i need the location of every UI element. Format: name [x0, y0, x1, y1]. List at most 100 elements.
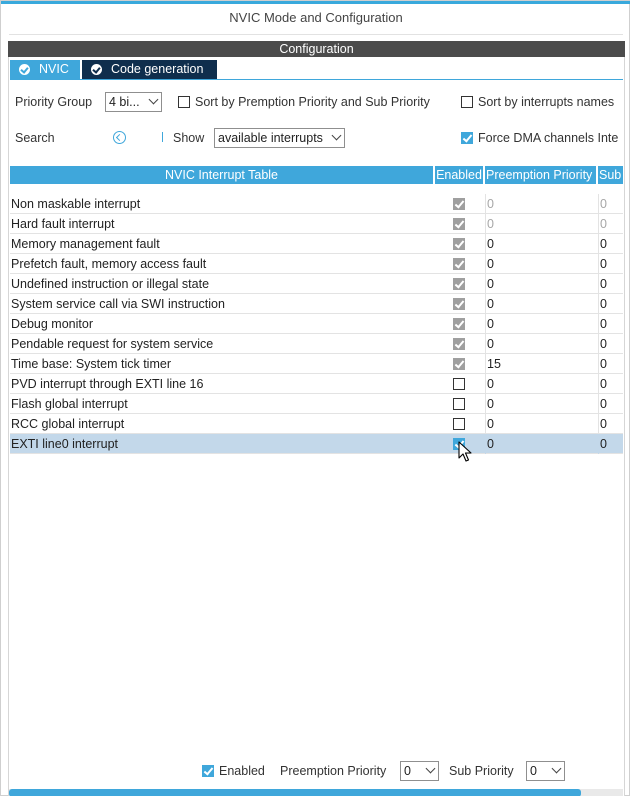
priority-group-label: Priority Group [15, 95, 93, 109]
interrupt-name: Undefined instruction or illegal state [11, 277, 210, 291]
table-row[interactable]: Time base: System tick timer 15 0 [10, 354, 623, 374]
sub-priority-cell[interactable]: 0 [598, 294, 623, 314]
sort-preemption-checkbox[interactable] [178, 96, 190, 108]
preemption-priority-cell[interactable]: 0 [485, 374, 596, 394]
enabled-checkbox [453, 278, 465, 290]
footer-preemption-label: Preemption Priority [280, 764, 387, 778]
enabled-checkbox [453, 318, 465, 330]
enabled-checkbox [453, 218, 465, 230]
column-header-sub[interactable]: Sub [598, 166, 623, 184]
column-header-preemption[interactable]: Preemption Priority [485, 166, 596, 184]
column-header-enabled[interactable]: Enabled [435, 166, 483, 184]
priority-group-select[interactable]: 4 bi... [105, 92, 162, 112]
footer-sub-select[interactable]: 0 [526, 761, 565, 781]
column-header-name[interactable]: NVIC Interrupt Table [10, 166, 433, 184]
title-divider [9, 34, 623, 35]
chevron-down-icon [331, 130, 342, 141]
preemption-priority-cell[interactable]: 0 [485, 234, 596, 254]
tab-code-generation[interactable]: Code generation [82, 60, 217, 79]
tab-underline [10, 79, 623, 80]
show-filter-select[interactable]: available interrupts [214, 128, 345, 148]
table-row[interactable]: Pendable request for system service 0 0 [10, 334, 623, 354]
horizontal-scrollbar-thumb[interactable] [9, 789, 581, 796]
footer-preemption-select[interactable]: 0 [400, 761, 439, 781]
interrupt-name: RCC global interrupt [11, 417, 125, 431]
preemption-priority-cell[interactable]: 0 [485, 294, 596, 314]
table-row[interactable]: Non maskable interrupt 0 0 [10, 194, 623, 214]
interrupt-name: Hard fault interrupt [11, 217, 115, 231]
window-title: NVIC Mode and Configuration [229, 10, 403, 25]
preemption-priority-cell[interactable]: 0 [485, 394, 596, 414]
enabled-cell [435, 254, 483, 274]
interrupt-name: PVD interrupt through EXTI line 16 [11, 377, 204, 391]
table-row[interactable]: RCC global interrupt 0 0 [10, 414, 623, 434]
chevron-down-icon [425, 763, 436, 774]
show-filter-value: available interrupts [218, 131, 323, 145]
enabled-checkbox[interactable] [453, 398, 465, 410]
sub-priority-cell[interactable]: 0 [598, 394, 623, 414]
table-row[interactable]: Debug monitor 0 0 [10, 314, 623, 334]
preemption-priority-cell[interactable]: 0 [485, 314, 596, 334]
sub-priority-cell[interactable]: 0 [598, 234, 623, 254]
sub-priority-cell[interactable]: 0 [598, 354, 623, 374]
enabled-cell [435, 234, 483, 254]
interrupt-name: Non maskable interrupt [11, 197, 141, 211]
table-row[interactable]: System service call via SWI instruction 0… [10, 294, 623, 314]
footer-preemption-value: 0 [404, 764, 411, 778]
preemption-priority-cell[interactable]: 15 [485, 354, 596, 374]
enabled-cell [435, 214, 483, 234]
search-field-edge[interactable] [162, 132, 163, 142]
table-row[interactable]: EXTI line0 interrupt 0 0 [10, 434, 623, 454]
enabled-checkbox [453, 258, 465, 270]
preemption-priority-cell[interactable]: 0 [485, 414, 596, 434]
enabled-cell [435, 354, 483, 374]
enabled-cell [435, 334, 483, 354]
interrupt-name: Memory management fault [11, 237, 160, 251]
sub-priority-cell[interactable]: 0 [598, 214, 623, 234]
table-row[interactable]: Prefetch fault, memory access fault 0 0 [10, 254, 623, 274]
chevron-down-icon [148, 94, 159, 105]
table-row[interactable]: Hard fault interrupt 0 0 [10, 214, 623, 234]
sort-interrupts-checkbox[interactable] [461, 96, 473, 108]
preemption-priority-cell[interactable]: 0 [485, 194, 596, 214]
enabled-cell [435, 194, 483, 214]
sort-preemption-label: Sort by Premption Priority and Sub Prior… [195, 95, 430, 109]
preemption-priority-cell[interactable]: 0 [485, 254, 596, 274]
enabled-checkbox[interactable] [453, 418, 465, 430]
enabled-checkbox [453, 238, 465, 250]
sub-priority-cell[interactable]: 0 [598, 414, 623, 434]
search-back-icon[interactable] [113, 131, 126, 144]
enabled-checkbox [453, 298, 465, 310]
interrupt-name: EXTI line0 interrupt [11, 437, 118, 451]
preemption-priority-cell[interactable]: 0 [485, 434, 596, 454]
table-row[interactable]: Undefined instruction or illegal state 0 0 [10, 274, 623, 294]
force-dma-checkbox[interactable] [461, 132, 473, 144]
nvic-config-window: NVIC Mode and Configuration Configuratio… [0, 0, 630, 796]
table-row[interactable]: Flash global interrupt 0 0 [10, 394, 623, 414]
enabled-checkbox [453, 358, 465, 370]
enabled-cell [435, 394, 483, 414]
enabled-checkbox[interactable] [453, 378, 465, 390]
tab-nvic[interactable]: NVIC [10, 60, 80, 79]
show-label: Show [173, 131, 205, 145]
table-row[interactable]: Memory management fault 0 0 [10, 234, 623, 254]
sub-priority-cell[interactable]: 0 [598, 254, 623, 274]
sub-priority-cell[interactable]: 0 [598, 314, 623, 334]
check-circle-icon [19, 64, 30, 75]
footer-sub-value: 0 [530, 764, 537, 778]
table-row[interactable]: PVD interrupt through EXTI line 16 0 0 [10, 374, 623, 394]
interrupt-name: Flash global interrupt [11, 397, 128, 411]
sub-priority-cell[interactable]: 0 [598, 194, 623, 214]
sub-priority-cell[interactable]: 0 [598, 434, 623, 454]
footer-enabled-checkbox[interactable] [202, 765, 214, 777]
enabled-cell [435, 314, 483, 334]
sub-priority-cell[interactable]: 0 [598, 274, 623, 294]
preemption-priority-cell[interactable]: 0 [485, 214, 596, 234]
sub-priority-cell[interactable]: 0 [598, 374, 623, 394]
preemption-priority-cell[interactable]: 0 [485, 334, 596, 354]
footer-sub-label: Sub Priority [449, 764, 514, 778]
preemption-priority-cell[interactable]: 0 [485, 274, 596, 294]
interrupt-name: Pendable request for system service [11, 337, 214, 351]
sub-priority-cell[interactable]: 0 [598, 334, 623, 354]
tab-code-generation-label: Code generation [111, 62, 204, 76]
